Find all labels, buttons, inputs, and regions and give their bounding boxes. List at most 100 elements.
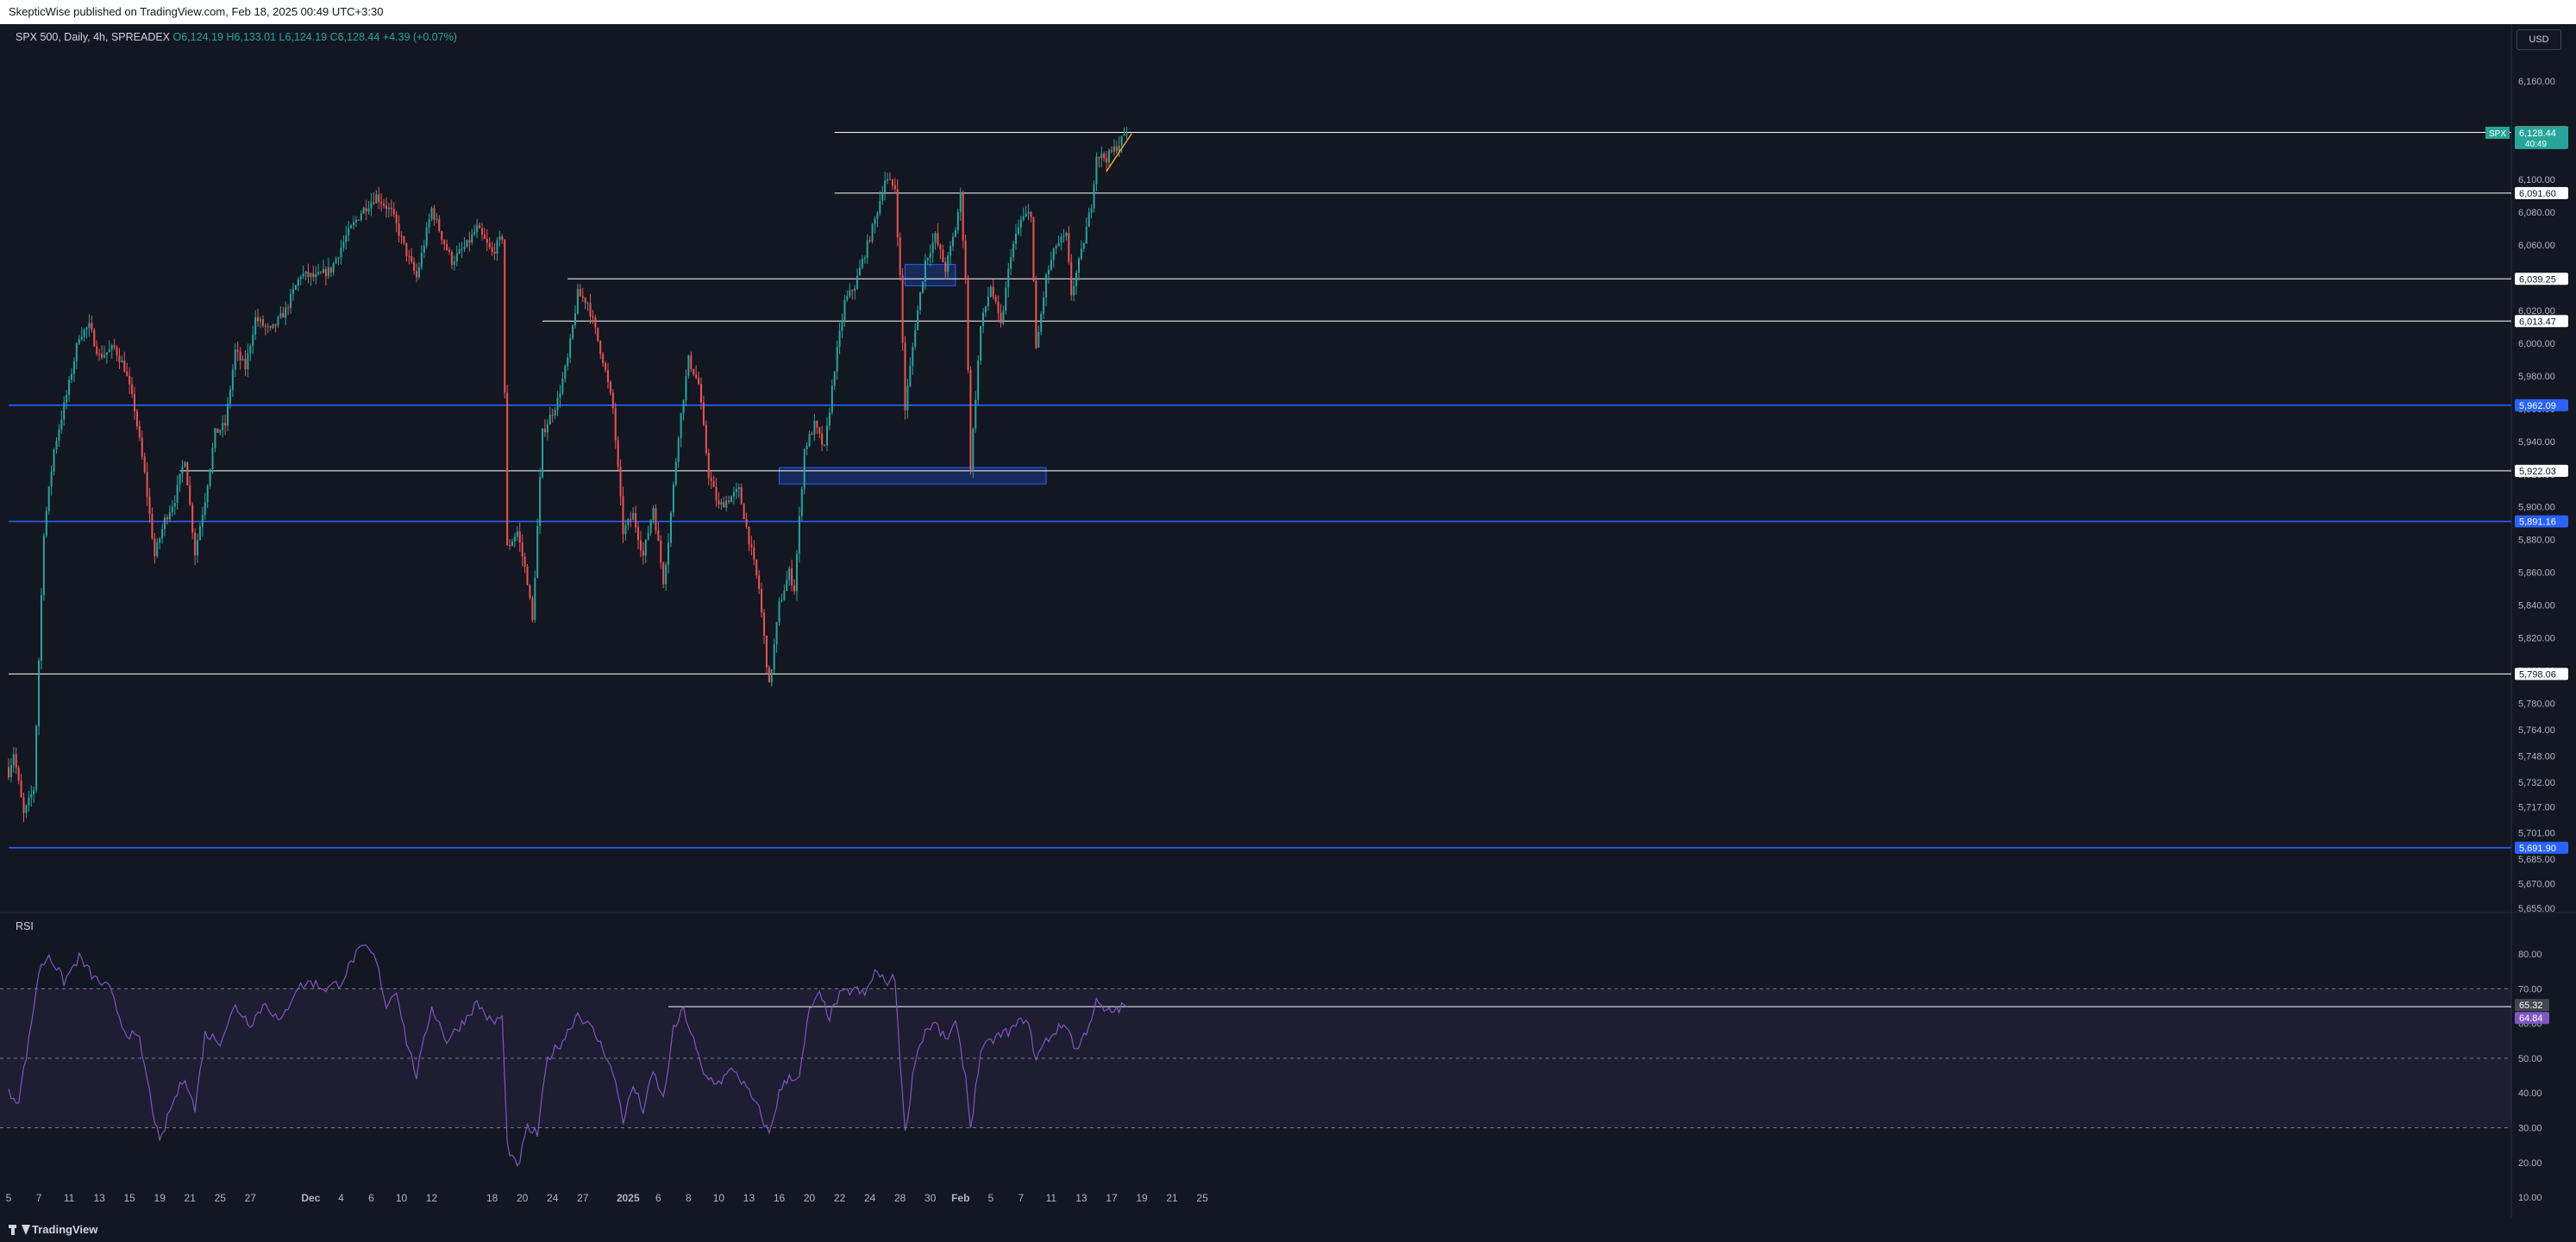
candle-body xyxy=(917,310,919,330)
candle-body xyxy=(956,211,959,230)
candle-body xyxy=(1045,274,1048,298)
candle-body xyxy=(816,421,818,429)
candle-body xyxy=(962,192,964,241)
candle-body xyxy=(1027,212,1030,214)
candle-body xyxy=(466,240,468,248)
candle-body xyxy=(179,474,181,485)
candle-body xyxy=(126,371,128,377)
chart-canvas[interactable]: 80.0070.0060.0050.0040.0030.0020.0010.00… xyxy=(0,24,2576,1218)
candle-body xyxy=(1087,212,1090,227)
rsi-tick-label: 50.00 xyxy=(2518,1054,2542,1064)
candle-body xyxy=(605,363,607,371)
candle-body xyxy=(967,279,969,371)
candle-body xyxy=(1062,235,1065,237)
candle-body xyxy=(234,349,236,370)
candle-body xyxy=(972,429,975,470)
price-tick-label: 6,080.00 xyxy=(2518,208,2555,218)
candle-body xyxy=(161,529,164,539)
candle-body xyxy=(340,248,342,258)
currency-button[interactable]: USD xyxy=(2516,29,2561,50)
candle-body xyxy=(939,244,942,250)
candle-body xyxy=(323,269,324,273)
candle-body xyxy=(564,366,567,380)
candle-body xyxy=(216,428,219,434)
candle-body xyxy=(824,444,826,446)
candle-body xyxy=(480,228,483,235)
candle-body xyxy=(1082,243,1085,249)
candle-body xyxy=(93,329,96,347)
price-tick-label: 5,748.00 xyxy=(2518,751,2555,762)
candle-body xyxy=(627,519,630,526)
candle-body xyxy=(755,560,758,576)
candle-body xyxy=(38,661,41,726)
candle-body xyxy=(317,272,320,274)
candle-body xyxy=(33,789,35,795)
candle-body xyxy=(353,222,355,226)
candle-body xyxy=(266,326,269,328)
candle-body xyxy=(662,562,665,585)
candle-body xyxy=(58,429,60,442)
candle-body xyxy=(818,428,821,434)
candle-body xyxy=(805,446,808,449)
candle-body xyxy=(581,296,584,298)
candle-body xyxy=(47,486,50,511)
candle-body xyxy=(808,434,811,447)
candle-body xyxy=(25,805,28,813)
candle-body xyxy=(405,242,408,256)
candle-body xyxy=(417,267,420,278)
candle-body xyxy=(642,550,644,556)
time-tick-label: Feb xyxy=(951,1192,969,1204)
time-tick-label: 7 xyxy=(36,1192,42,1204)
candle-body xyxy=(357,219,360,221)
candle-body xyxy=(433,208,436,220)
candle-body xyxy=(143,456,146,473)
time-tick-label: 16 xyxy=(774,1192,786,1204)
candle-body xyxy=(310,273,312,278)
candle-body xyxy=(362,208,365,214)
candle-body xyxy=(765,636,768,668)
candle-body xyxy=(526,567,529,586)
candle-body xyxy=(476,225,479,233)
candle-body xyxy=(931,242,934,254)
candle-body xyxy=(611,392,614,409)
publisher-bar: SkepticWise published on TradingView.com… xyxy=(0,0,2576,24)
price-tick-label: 5,717.00 xyxy=(2518,802,2555,812)
candle-body xyxy=(28,797,30,806)
last-price-label: 6,128.44 xyxy=(2519,129,2556,139)
candle-body xyxy=(1098,156,1100,159)
candle-body xyxy=(400,235,403,237)
candle-body xyxy=(176,484,179,504)
candle-body xyxy=(871,223,874,242)
candle-body xyxy=(1080,248,1082,260)
candle-body xyxy=(624,525,627,535)
candle-body xyxy=(184,462,186,467)
candle-body xyxy=(637,527,639,541)
candle-body xyxy=(863,257,866,260)
candle-body xyxy=(290,293,292,309)
candle-body xyxy=(740,486,743,505)
candle-body xyxy=(1073,285,1075,296)
candle-body xyxy=(891,179,893,185)
price-tick-label: 6,160.00 xyxy=(2518,77,2555,87)
candle-body xyxy=(715,486,718,501)
price-tick-label: 5,701.00 xyxy=(2518,829,2555,839)
candle-body xyxy=(830,386,833,413)
candle-body xyxy=(849,290,851,297)
candle-body xyxy=(274,323,277,326)
candle-body xyxy=(677,437,680,462)
candle-body xyxy=(1060,236,1062,243)
candle-body xyxy=(198,526,201,541)
price-tick-label: 5,900.00 xyxy=(2518,503,2555,513)
candle-body xyxy=(506,392,509,546)
candle-body xyxy=(982,312,985,327)
candle-body xyxy=(576,289,579,314)
candle-body xyxy=(438,218,441,232)
candle-body xyxy=(599,341,602,354)
candle-body xyxy=(272,323,274,329)
candle-body xyxy=(1068,233,1070,262)
candle-body xyxy=(395,214,398,224)
candle-body xyxy=(682,400,685,414)
candle-body xyxy=(189,485,191,505)
candle-body xyxy=(710,477,712,481)
candle-body xyxy=(71,373,72,380)
